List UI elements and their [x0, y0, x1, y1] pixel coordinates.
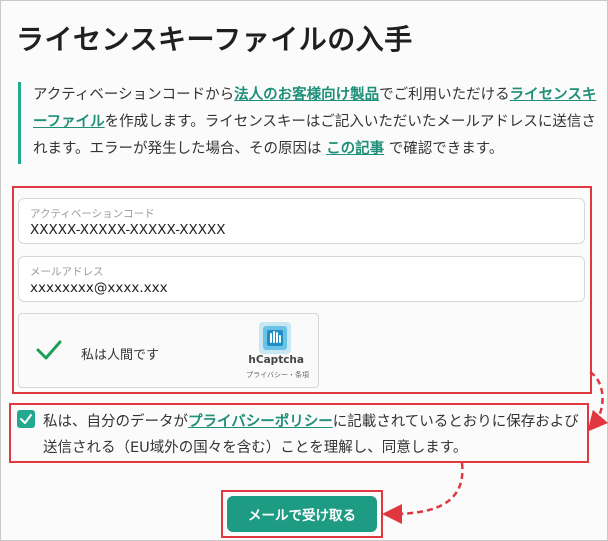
annotation-arrows — [382, 370, 608, 524]
arrow-form-to-consent — [587, 370, 608, 432]
arrow-consent-to-submit — [382, 462, 464, 524]
